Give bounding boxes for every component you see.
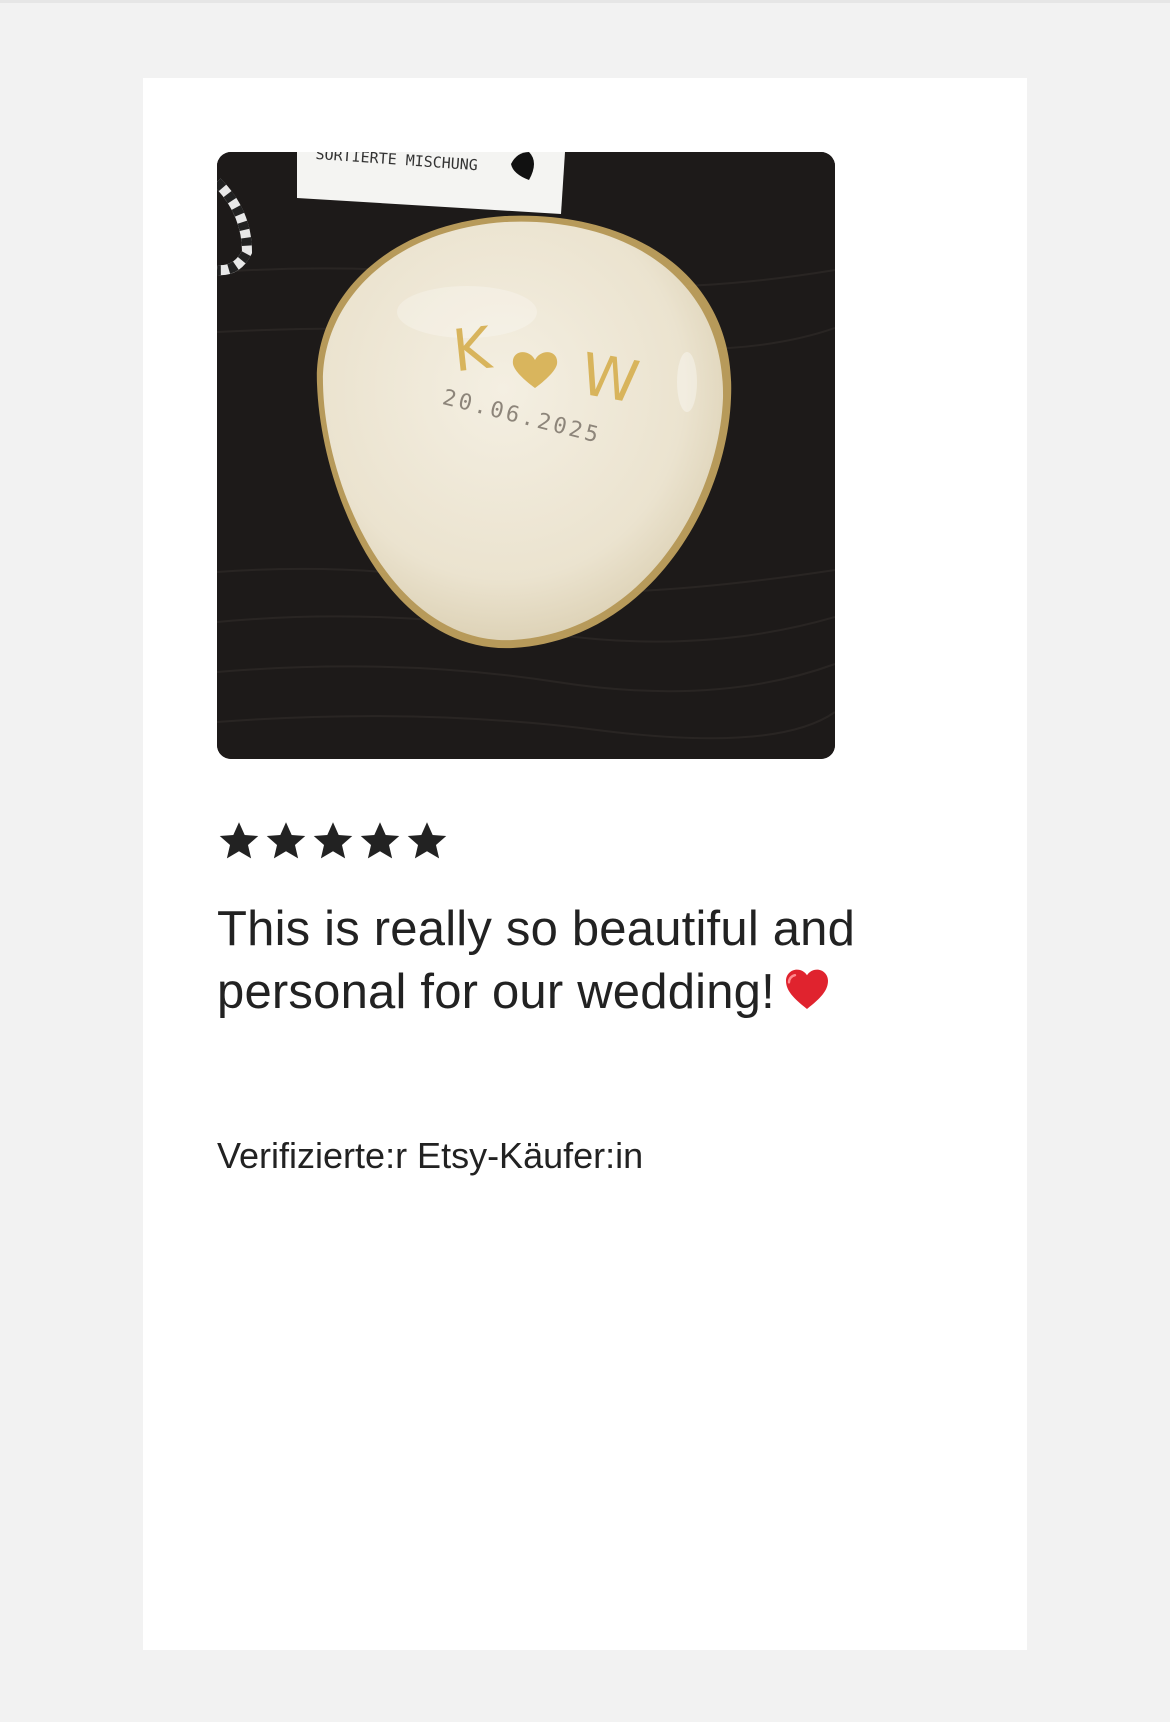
svg-text:W: W — [576, 340, 644, 417]
star-rating — [217, 819, 449, 863]
review-text: This is really so beautiful and personal… — [217, 898, 977, 1024]
review-photo-image: SORTIERTE MISCHUNG K W 20.06.2025 — [217, 152, 835, 759]
reviewer-label: Verifizierte:r Etsy-Käufer:in — [217, 1135, 644, 1176]
review-card: SORTIERTE MISCHUNG K W 20.06.2025 This i… — [143, 78, 1027, 1650]
star-icon — [313, 822, 353, 859]
star-icon — [407, 822, 447, 859]
star-icon — [219, 822, 259, 859]
star-icon — [360, 822, 400, 859]
star-icon — [266, 822, 306, 859]
review-photo[interactable]: SORTIERTE MISCHUNG K W 20.06.2025 — [217, 152, 835, 759]
heart-emoji-icon — [785, 969, 828, 1009]
top-edge — [0, 0, 1170, 3]
review-body: This is really so beautiful and personal… — [217, 902, 856, 1019]
